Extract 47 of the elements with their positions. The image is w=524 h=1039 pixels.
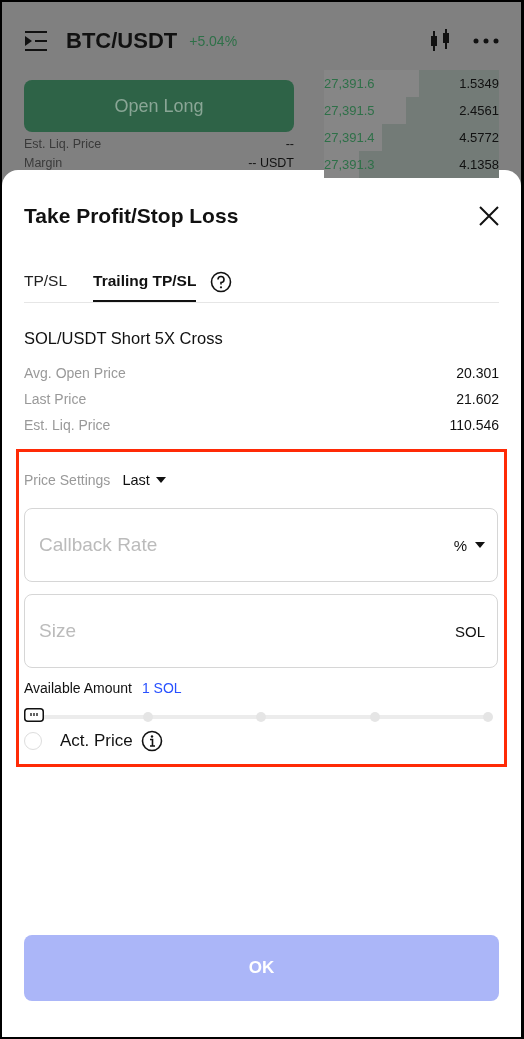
available-label: Available Amount xyxy=(24,679,132,698)
info-icon[interactable] xyxy=(140,730,163,752)
text-input[interactable]: Size xyxy=(37,619,455,643)
position-title: SOL/USDT Short 5X Cross xyxy=(24,329,224,348)
detail-value: 21.602 xyxy=(456,390,499,409)
order-amount: 1.5349 xyxy=(459,76,499,91)
caret-icon xyxy=(155,477,166,483)
slider-thumb[interactable] xyxy=(24,708,44,722)
info-label: Est. Liq. Price xyxy=(24,138,102,151)
pair-title: BTC/USDT xyxy=(66,28,178,54)
unit-dropdown[interactable]: % xyxy=(453,536,485,554)
slider-stop[interactable] xyxy=(369,712,380,722)
order-price: 27,391.5 xyxy=(324,103,375,118)
price-type-dropdown[interactable]: Last xyxy=(122,472,166,488)
detail-value: 20.301 xyxy=(456,364,499,383)
detail-value: 110.546 xyxy=(449,416,499,435)
input-field[interactable]: Callback Rate % xyxy=(24,508,498,582)
order-price: 27,391.3 xyxy=(324,157,375,172)
sheet-title: Take Profit/Stop Loss xyxy=(24,204,239,228)
detail-label: Last Price xyxy=(24,390,87,409)
menu-icon[interactable] xyxy=(24,31,48,51)
detail-label: Est. Liq. Price xyxy=(24,416,111,435)
caret-icon xyxy=(475,542,485,548)
act-price-label: Act. Price xyxy=(60,731,133,751)
slider-stop[interactable] xyxy=(142,712,153,722)
order-price: 27,391.4 xyxy=(324,130,375,145)
available-value: 1 SOL xyxy=(141,679,182,698)
help-icon[interactable] xyxy=(210,271,233,293)
detail-label: Avg. Open Price xyxy=(24,364,126,383)
text-input[interactable]: Callback Rate xyxy=(37,533,454,557)
input-field[interactable]: Size SOL xyxy=(24,594,498,668)
tab[interactable]: Trailing TP/SL xyxy=(93,262,197,302)
close-icon[interactable] xyxy=(479,206,499,226)
candlestick-chart-icon[interactable] xyxy=(429,29,451,53)
more-icon[interactable] xyxy=(473,38,499,44)
order-amount: 2.4561 xyxy=(459,103,499,118)
info-value: -- xyxy=(285,138,294,151)
slider-stop[interactable] xyxy=(483,712,493,722)
order-amount: 4.1358 xyxy=(459,157,499,172)
tab[interactable]: TP/SL xyxy=(24,262,68,302)
order-price: 27,391.6 xyxy=(324,76,375,91)
price-change: +5.04% xyxy=(189,33,238,49)
price-settings-label: Price Settings xyxy=(24,472,111,488)
slider-stop[interactable] xyxy=(256,712,266,722)
order-amount: 4.5772 xyxy=(459,130,499,145)
unit-label: SOL xyxy=(455,622,485,640)
info-value: -- USDT xyxy=(248,157,294,171)
